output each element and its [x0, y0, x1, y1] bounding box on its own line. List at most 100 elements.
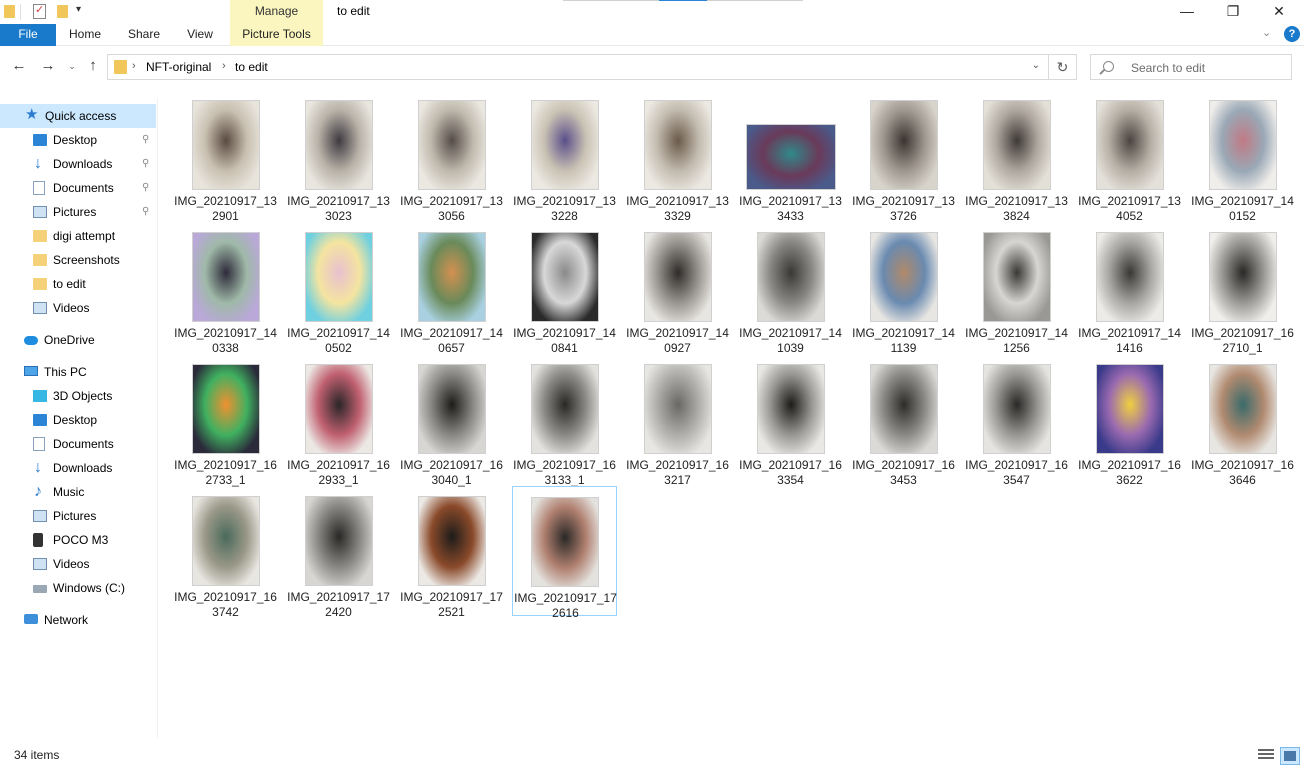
- image-thumbnail: [1095, 232, 1164, 322]
- file-item[interactable]: IMG_20210917_14 0152: [1190, 90, 1295, 223]
- file-name: IMG_20210917_16 2710_1: [1190, 326, 1295, 356]
- manage-tab[interactable]: Manage: [230, 0, 323, 24]
- sidebar-item-poco-m3[interactable]: POCO M3: [0, 528, 156, 552]
- file-item[interactable]: IMG_20210917_17 2521: [399, 486, 504, 619]
- tab-picture-tools[interactable]: Picture Tools: [230, 24, 323, 46]
- file-item[interactable]: IMG_20210917_14 1139: [851, 222, 956, 355]
- sidebar-item-desktop[interactable]: Desktop ⚲: [0, 128, 156, 152]
- help-icon[interactable]: ?: [1284, 26, 1300, 42]
- file-item[interactable]: IMG_20210917_14 1256: [964, 222, 1069, 355]
- file-item[interactable]: IMG_20210917_13 3433: [738, 90, 843, 223]
- sidebar-item-pictures[interactable]: Pictures ⚲: [0, 200, 156, 224]
- file-item[interactable]: IMG_20210917_17 2420: [286, 486, 391, 619]
- sidebar-item-videos[interactable]: Videos: [0, 296, 156, 320]
- minimize-button[interactable]: —: [1164, 0, 1210, 24]
- file-item[interactable]: IMG_20210917_13 3056: [399, 90, 504, 223]
- breadcrumb-item-nft-original[interactable]: NFT-original: [146, 60, 211, 74]
- maximize-button[interactable]: ❐: [1210, 0, 1256, 24]
- refresh-button[interactable]: ↻: [1049, 54, 1077, 80]
- image-thumbnail: [191, 232, 260, 322]
- file-item[interactable]: IMG_20210917_16 3622: [1077, 354, 1182, 487]
- file-item[interactable]: IMG_20210917_13 4052: [1077, 90, 1182, 223]
- file-item[interactable]: IMG_20210917_16 3742: [173, 486, 278, 619]
- sidebar-item-desktop[interactable]: Desktop: [0, 408, 156, 432]
- file-item[interactable]: IMG_20210917_16 2733_1: [173, 354, 278, 487]
- file-name-line: 3622: [1116, 473, 1143, 487]
- sidebar-item-label: Videos: [53, 301, 90, 315]
- customize-quick-access-icon[interactable]: ▾: [76, 4, 81, 15]
- back-button[interactable]: ←: [9, 57, 29, 74]
- tab-view[interactable]: View: [180, 24, 220, 46]
- sidebar-item-label: Pictures: [53, 509, 97, 523]
- breadcrumb-separator[interactable]: ›: [222, 60, 226, 72]
- file-item[interactable]: IMG_20210917_16 3547: [964, 354, 1069, 487]
- sidebar-item-pictures[interactable]: Pictures: [0, 504, 156, 528]
- file-item[interactable]: IMG_20210917_14 0657: [399, 222, 504, 355]
- image-thumbnail: [756, 232, 825, 322]
- sidebar-item-music[interactable]: Music: [0, 480, 156, 504]
- sidebar-item-digi-attempt[interactable]: digi attempt: [0, 224, 156, 248]
- address-bar[interactable]: › NFT-original › to edit ⌄: [107, 54, 1049, 80]
- file-item[interactable]: IMG_20210917_16 2933_1: [286, 354, 391, 487]
- file-item[interactable]: IMG_20210917_13 3726: [851, 90, 956, 223]
- address-dropdown-icon[interactable]: ⌄: [1032, 60, 1040, 71]
- file-item[interactable]: IMG_20210917_14 0841: [512, 222, 617, 355]
- properties-icon[interactable]: [33, 3, 46, 19]
- sidebar-item-this-pc[interactable]: This PC: [0, 360, 156, 384]
- sidebar-item-3d-objects[interactable]: 3D Objects: [0, 384, 156, 408]
- tab-home[interactable]: Home: [60, 24, 110, 46]
- up-button[interactable]: ↑: [83, 57, 103, 74]
- image-thumbnail: [745, 124, 836, 190]
- file-name: IMG_20210917_14 0927: [625, 326, 730, 356]
- sidebar-item-documents[interactable]: Documents ⚲: [0, 176, 156, 200]
- file-item[interactable]: IMG_20210917_14 0338: [173, 222, 278, 355]
- file-item[interactable]: IMG_20210917_17 2616: [512, 486, 617, 620]
- file-item[interactable]: IMG_20210917_13 3329: [625, 90, 730, 223]
- file-item[interactable]: IMG_20210917_16 3646: [1190, 354, 1295, 487]
- sidebar-item-windows-c[interactable]: Windows (C:): [0, 576, 156, 600]
- breadcrumb-item-to-edit[interactable]: to edit: [235, 60, 268, 74]
- large-icons-view-button[interactable]: [1280, 747, 1300, 765]
- sidebar-item-to-edit[interactable]: to edit: [0, 272, 156, 296]
- tab-share[interactable]: Share: [122, 24, 166, 46]
- image-thumbnail: [869, 364, 938, 454]
- sidebar-item-onedrive[interactable]: OneDrive: [0, 328, 156, 352]
- file-item[interactable]: IMG_20210917_16 3133_1: [512, 354, 617, 487]
- file-item[interactable]: IMG_20210917_13 3228: [512, 90, 617, 223]
- sidebar-item-quick-access[interactable]: ★ Quick access: [0, 104, 156, 128]
- sidebar-item-network[interactable]: Network: [0, 608, 156, 632]
- file-item[interactable]: IMG_20210917_13 3824: [964, 90, 1069, 223]
- breadcrumb-separator[interactable]: ›: [132, 60, 136, 72]
- file-item[interactable]: IMG_20210917_14 1039: [738, 222, 843, 355]
- recent-locations-button[interactable]: ⌄: [62, 61, 82, 72]
- new-folder-icon[interactable]: [57, 5, 68, 18]
- search-input[interactable]: Search to edit: [1090, 54, 1292, 80]
- sidebar-item-label: Desktop: [53, 133, 98, 147]
- file-item[interactable]: IMG_20210917_16 3217: [625, 354, 730, 487]
- sidebar-item-screenshots[interactable]: Screenshots: [0, 248, 156, 272]
- pin-icon: ⚲: [142, 182, 150, 193]
- file-item[interactable]: IMG_20210917_14 0502: [286, 222, 391, 355]
- file-item[interactable]: IMG_20210917_14 0927: [625, 222, 730, 355]
- file-item[interactable]: IMG_20210917_14 1416: [1077, 222, 1182, 355]
- file-name-line: IMG_20210917_16: [513, 458, 616, 472]
- file-item[interactable]: IMG_20210917_16 3354: [738, 354, 843, 487]
- file-name: IMG_20210917_14 0657: [399, 326, 504, 356]
- close-button[interactable]: ✕: [1256, 0, 1302, 24]
- file-item[interactable]: IMG_20210917_13 2901: [173, 90, 278, 223]
- sidebar-item-downloads[interactable]: Downloads: [0, 456, 156, 480]
- file-item[interactable]: IMG_20210917_13 3023: [286, 90, 391, 223]
- forward-button[interactable]: →: [38, 57, 58, 74]
- details-view-button[interactable]: [1258, 749, 1274, 763]
- file-name: IMG_20210917_16 3742: [173, 590, 278, 620]
- file-item[interactable]: IMG_20210917_16 3040_1: [399, 354, 504, 487]
- file-item[interactable]: IMG_20210917_16 2710_1: [1190, 222, 1295, 355]
- sidebar-item-downloads[interactable]: Downloads ⚲: [0, 152, 156, 176]
- sidebar-item-videos[interactable]: Videos: [0, 552, 156, 576]
- file-name: IMG_20210917_17 2420: [286, 590, 391, 620]
- file-item[interactable]: IMG_20210917_16 3453: [851, 354, 956, 487]
- sidebar-item-documents[interactable]: Documents: [0, 432, 156, 456]
- tab-file[interactable]: File: [0, 24, 56, 46]
- expand-ribbon-icon[interactable]: ⌄: [1262, 26, 1271, 39]
- file-name-line: IMG_20210917_16: [174, 590, 277, 604]
